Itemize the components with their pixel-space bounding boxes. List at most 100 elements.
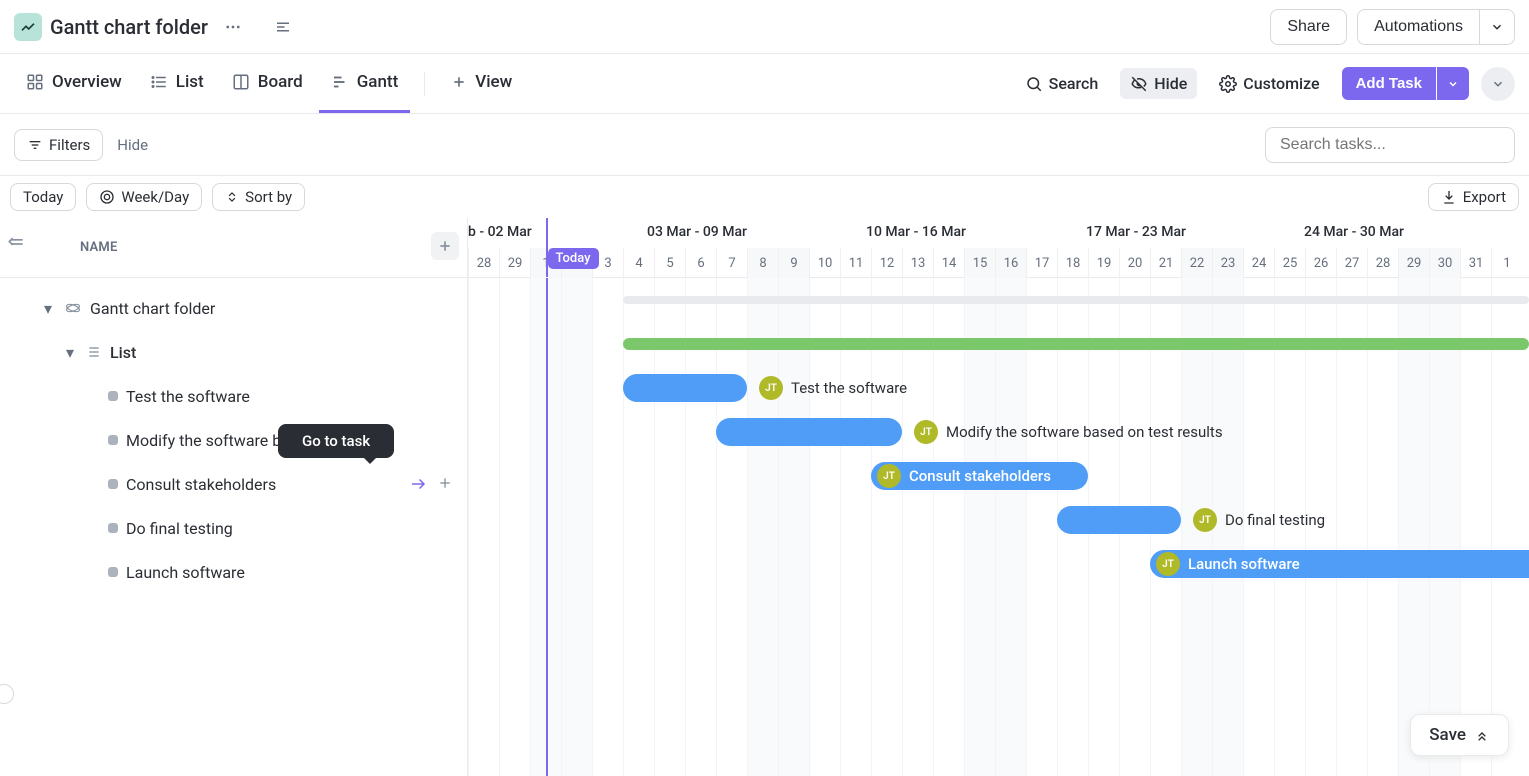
task-bar-label: Modify the software based on test result… — [946, 423, 1223, 441]
task-row[interactable]: Do final testing — [0, 506, 467, 550]
folder-summary-bar[interactable] — [623, 296, 1529, 304]
day-cell[interactable]: 12 — [871, 248, 902, 278]
day-cell[interactable]: 14 — [933, 248, 964, 278]
task-row[interactable]: Launch software — [0, 550, 467, 594]
assignee-avatar[interactable]: JT — [877, 464, 901, 488]
day-cell[interactable]: 24 — [1243, 248, 1274, 278]
day-cell[interactable]: 1 — [1491, 248, 1522, 278]
tree-folder[interactable]: ▾ Gantt chart folder — [0, 286, 467, 330]
add-task-button[interactable]: Add Task — [1342, 67, 1436, 100]
day-cell[interactable]: 4 — [623, 248, 654, 278]
day-cell[interactable]: 27 — [1336, 248, 1367, 278]
task-bar[interactable]: JTDo final testing — [1057, 506, 1181, 534]
assignee-avatar[interactable]: JT — [759, 376, 783, 400]
day-cell[interactable]: 23 — [1212, 248, 1243, 278]
task-bar[interactable]: JT Consult stakeholders — [871, 462, 1088, 490]
search-button[interactable]: Search — [1015, 68, 1109, 99]
today-tag: Today — [548, 248, 599, 269]
automations-button[interactable]: Automations — [1357, 9, 1479, 45]
day-cell[interactable]: 20 — [1119, 248, 1150, 278]
search-input[interactable] — [1265, 127, 1515, 163]
gantt-chart[interactable]: b - 02 Mar 03 Mar - 09 Mar 10 Mar - 16 Mar… — [468, 218, 1529, 776]
folder-glyph-icon — [64, 299, 82, 317]
tab-list[interactable]: List — [138, 54, 216, 113]
task-bar-label: Do final testing — [1225, 511, 1325, 529]
tree-list[interactable]: ▾ List — [0, 330, 467, 374]
day-cell[interactable]: 21 — [1150, 248, 1181, 278]
automations-caret[interactable] — [1479, 9, 1515, 45]
hide-link[interactable]: Hide — [117, 136, 148, 154]
add-task-caret[interactable] — [1437, 67, 1469, 100]
day-cell[interactable]: 10 — [809, 248, 840, 278]
more-icon[interactable] — [218, 14, 248, 40]
week-label: 10 Mar - 16 Mar — [866, 224, 966, 240]
week-label: b - 02 Mar — [468, 224, 532, 240]
folder-title: Gantt chart folder — [50, 15, 208, 39]
task-row[interactable]: Test the software — [0, 374, 467, 418]
day-cell[interactable]: 9 — [778, 248, 809, 278]
hide-button[interactable]: Hide — [1120, 68, 1197, 99]
share-button[interactable]: Share — [1270, 9, 1347, 45]
more-menu-button[interactable] — [1481, 67, 1515, 101]
task-bar[interactable]: JTModify the software based on test resu… — [716, 418, 902, 446]
today-button[interactable]: Today — [10, 183, 76, 211]
export-button[interactable]: Export — [1428, 183, 1519, 211]
day-cell[interactable]: 28 — [1367, 248, 1398, 278]
status-icon — [108, 523, 118, 533]
day-cell[interactable]: 7 — [716, 248, 747, 278]
day-cell[interactable]: 25 — [1274, 248, 1305, 278]
day-cell[interactable]: 19 — [1088, 248, 1119, 278]
status-icon — [108, 567, 118, 577]
collapse-sidebar-icon[interactable] — [268, 14, 298, 40]
day-cell[interactable]: 29 — [499, 248, 530, 278]
customize-button[interactable]: Customize — [1209, 68, 1329, 99]
list-glyph-icon — [86, 344, 102, 360]
tab-board[interactable]: Board — [220, 54, 315, 113]
week-label: 17 Mar - 23 Mar — [1086, 224, 1186, 240]
day-cell[interactable]: 26 — [1305, 248, 1336, 278]
day-cell[interactable]: 6 — [685, 248, 716, 278]
caret-icon[interactable]: ▾ — [62, 343, 78, 362]
assignee-avatar[interactable]: JT — [1193, 508, 1217, 532]
day-cell[interactable]: 15 — [964, 248, 995, 278]
tab-overview[interactable]: Overview — [14, 54, 134, 113]
task-bar-label: Launch software — [1188, 555, 1300, 573]
tab-gantt[interactable]: Gantt — [319, 54, 411, 113]
day-cell[interactable]: 8 — [747, 248, 778, 278]
task-bar-label: Consult stakeholders — [909, 467, 1051, 485]
day-cell[interactable]: 29 — [1398, 248, 1429, 278]
assignee-avatar[interactable]: JT — [914, 420, 938, 444]
today-line — [546, 218, 548, 277]
day-cell[interactable]: 22 — [1181, 248, 1212, 278]
status-icon — [108, 435, 118, 445]
filters-button[interactable]: Filters — [14, 129, 103, 161]
collapse-pane-icon[interactable] — [6, 234, 26, 254]
name-column-header: NAME — [80, 240, 118, 255]
day-cell[interactable]: 30 — [1429, 248, 1460, 278]
caret-icon[interactable]: ▾ — [40, 299, 56, 318]
day-cell[interactable]: 16 — [995, 248, 1026, 278]
week-label: 03 Mar - 09 Mar — [647, 224, 747, 240]
assignee-avatar[interactable]: JT — [1156, 552, 1180, 576]
day-cell[interactable]: 28 — [468, 248, 499, 278]
day-cell[interactable]: 11 — [840, 248, 871, 278]
task-bar[interactable]: JT Launch software — [1150, 550, 1529, 578]
goto-task-icon[interactable] — [409, 475, 427, 493]
day-cell[interactable]: 17 — [1026, 248, 1057, 278]
day-cell[interactable]: 31 — [1460, 248, 1491, 278]
status-icon — [108, 391, 118, 401]
day-cell[interactable]: 13 — [902, 248, 933, 278]
list-summary-bar[interactable] — [623, 338, 1529, 350]
add-view-button[interactable]: View — [439, 54, 524, 113]
add-column-button[interactable] — [431, 232, 459, 260]
day-cell[interactable]: 5 — [654, 248, 685, 278]
task-row[interactable]: Modify the software b — [0, 418, 467, 462]
task-bar[interactable]: JTTest the software — [623, 374, 747, 402]
add-subtask-icon[interactable] — [437, 475, 453, 493]
day-cell[interactable]: 18 — [1057, 248, 1088, 278]
sortby-button[interactable]: Sort by — [212, 183, 305, 211]
task-row[interactable]: Consult stakeholders — [0, 462, 467, 506]
save-button[interactable]: Save — [1410, 714, 1509, 756]
weekday-button[interactable]: Week/Day — [86, 183, 202, 211]
week-label: 24 Mar - 30 Mar — [1304, 224, 1404, 240]
